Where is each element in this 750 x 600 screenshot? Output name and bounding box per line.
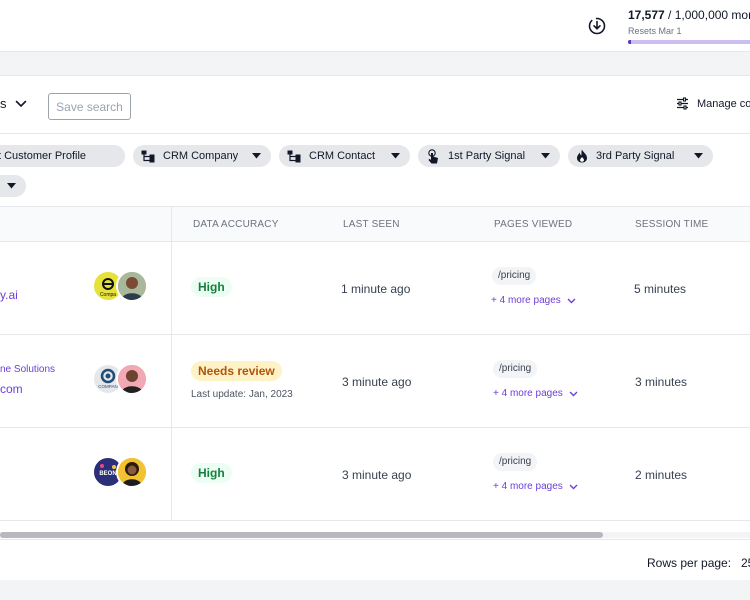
horizontal-scrollbar[interactable] — [0, 532, 750, 538]
more-pages-label: + 4 more pages — [491, 295, 561, 306]
rows-per-page-select[interactable]: 25 — [741, 556, 750, 570]
caret-down-icon — [252, 153, 261, 159]
usage-reset-date: Resets Mar 1 — [628, 26, 682, 36]
column-header-last-seen[interactable]: LAST SEEN — [343, 219, 400, 230]
usage-counter: 17,577 / 1,000,000 mor Resets Mar 1 — [628, 8, 750, 36]
filter-chip-more[interactable] — [0, 175, 26, 197]
last-seen: 1 minute ago — [341, 282, 411, 296]
filter-chip-crm-company[interactable]: CRM Company — [133, 145, 271, 167]
table-footer: Rows per page: 25 — [0, 539, 750, 581]
sliders-icon — [677, 97, 688, 110]
accuracy-badge: High — [191, 463, 232, 483]
filter-chip-3rd-party-signal[interactable]: 3rd Party Signal — [568, 145, 713, 167]
caret-down-icon — [391, 153, 400, 159]
results-panel: s Save search Manage co t Customer Profi… — [0, 75, 750, 580]
manage-columns-label: Manage co — [697, 97, 750, 110]
company-domain-link[interactable]: y.ai — [0, 288, 18, 302]
tap-icon — [428, 148, 438, 163]
svg-text:COMPAN: COMPAN — [98, 384, 117, 389]
filter-chip-crm-contact[interactable]: CRM Contact — [279, 145, 410, 167]
filter-chip-label: 1st Party Signal — [448, 150, 526, 162]
page-viewed-pill: /pricing — [493, 360, 538, 378]
more-pages-label: + 4 more pages — [493, 388, 563, 399]
fire-icon — [577, 149, 587, 163]
column-header-session-time[interactable]: SESSION TIME — [635, 219, 708, 230]
scrollbar-thumb[interactable] — [0, 532, 603, 538]
more-pages-toggle[interactable]: + 4 more pages — [493, 481, 578, 492]
person-avatar-icon — [118, 272, 146, 300]
session-time: 5 minutes — [634, 282, 687, 296]
more-pages-toggle[interactable]: + 4 more pages — [493, 388, 578, 399]
filter-chip-label: CRM Company — [163, 150, 239, 162]
usage-progress-fill — [628, 40, 631, 44]
save-search-button[interactable]: Save search — [48, 93, 131, 120]
page-viewed-pill: /pricing — [492, 267, 537, 285]
company-name-link[interactable]: ne Solutions — [0, 364, 55, 375]
download-icon — [588, 17, 606, 35]
person-avatar-icon — [118, 458, 146, 486]
search-toolbar: s Save search Manage co — [0, 76, 750, 134]
chevron-down-icon — [567, 298, 576, 303]
saved-view-label: s — [0, 96, 7, 111]
table-row[interactable]: y.ai Compa High 1 minute ago /pricing + … — [0, 242, 750, 335]
usage-progress-bar — [628, 40, 750, 44]
last-update-text: Last update: Jan, 2023 — [191, 389, 293, 400]
filter-chip-label: 3rd Party Signal — [596, 150, 675, 162]
column-divider — [171, 206, 172, 520]
table-row[interactable]: BEON High 3 minute ago /pricing + 4 more… — [0, 428, 750, 521]
more-pages-label: + 4 more pages — [493, 481, 563, 492]
contact-avatar[interactable] — [116, 456, 148, 488]
table-header: DATA ACCURACY LAST SEEN PAGES VIEWED SES… — [0, 206, 750, 242]
caret-down-icon — [694, 153, 703, 159]
usage-used: 17,577 — [628, 8, 665, 22]
person-avatar-icon — [118, 365, 146, 393]
filter-chip-1st-party-signal[interactable]: 1st Party Signal — [418, 145, 560, 167]
table-row[interactable]: ne Solutions com COMPAN Needs review Las… — [0, 335, 750, 428]
last-seen: 3 minute ago — [342, 468, 412, 482]
saved-view-dropdown[interactable]: s — [0, 96, 27, 111]
hierarchy-icon — [141, 150, 155, 162]
svg-text:BEON: BEON — [99, 471, 116, 477]
more-pages-toggle[interactable]: + 4 more pages — [491, 295, 576, 306]
accuracy-badge: Needs review — [191, 361, 282, 381]
download-button[interactable] — [585, 14, 609, 38]
manage-columns-button[interactable]: Manage co — [676, 97, 750, 110]
filter-chip-label: t Customer Profile — [0, 150, 87, 162]
last-seen: 3 minute ago — [342, 375, 412, 389]
column-header-pages-viewed[interactable]: PAGES VIEWED — [494, 219, 572, 230]
usage-limit: / 1,000,000 mor — [664, 8, 750, 22]
contact-avatar[interactable] — [116, 270, 148, 302]
filter-chip-label: CRM Contact — [309, 150, 376, 162]
svg-text:Compa: Compa — [100, 292, 116, 298]
contact-avatar[interactable] — [116, 363, 148, 395]
rows-per-page-label: Rows per page: — [647, 556, 732, 570]
chevron-down-icon — [569, 391, 578, 396]
column-header-data-accuracy[interactable]: DATA ACCURACY — [193, 219, 279, 230]
accuracy-badge: High — [191, 277, 232, 297]
session-time: 3 minutes — [635, 375, 688, 389]
caret-down-icon — [7, 183, 16, 189]
chevron-down-icon — [15, 100, 26, 107]
filter-chips: t Customer Profile CRM Company CRM Conta… — [0, 134, 750, 206]
caret-down-icon — [541, 153, 550, 159]
company-domain-link[interactable]: com — [0, 382, 23, 396]
chevron-down-icon — [569, 484, 578, 489]
top-bar: 17,577 / 1,000,000 mor Resets Mar 1 — [0, 0, 750, 52]
filter-chip-customer-profile[interactable]: t Customer Profile — [0, 145, 125, 167]
page-viewed-pill: /pricing — [493, 453, 538, 471]
session-time: 2 minutes — [635, 468, 688, 482]
hierarchy-icon — [287, 150, 301, 162]
